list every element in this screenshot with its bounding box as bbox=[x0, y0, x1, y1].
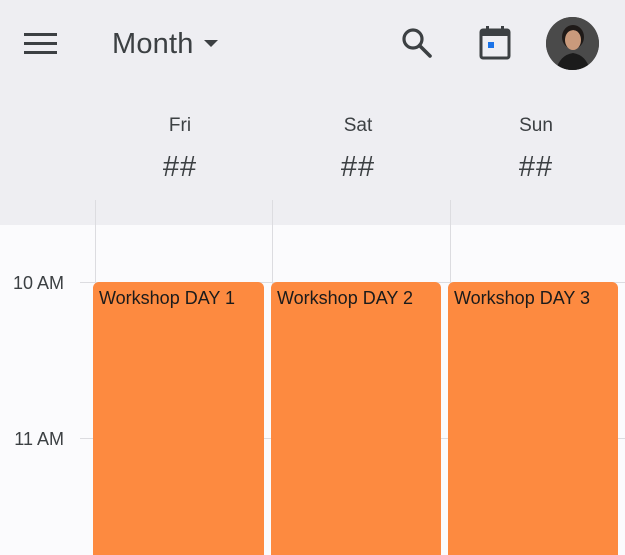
day-header-sun[interactable]: Sun ## bbox=[447, 115, 625, 184]
day-header-fri[interactable]: Fri ## bbox=[91, 115, 269, 184]
event-workshop-day-2[interactable]: Workshop DAY 2 bbox=[271, 282, 441, 555]
day-number: ## bbox=[518, 151, 554, 183]
event-workshop-day-3[interactable]: Workshop DAY 3 bbox=[448, 282, 618, 555]
time-label-11am: 11 AM bbox=[14, 429, 64, 449]
time-label-10am: 10 AM bbox=[12, 273, 64, 293]
avatar-image bbox=[546, 17, 599, 70]
event-workshop-day-1[interactable]: Workshop DAY 1 bbox=[93, 282, 264, 555]
menu-icon[interactable] bbox=[24, 31, 58, 57]
caret-down-icon bbox=[203, 40, 218, 47]
event-title: Workshop DAY 1 bbox=[99, 288, 236, 308]
event-title: Workshop DAY 3 bbox=[454, 288, 591, 308]
day-number: ## bbox=[340, 151, 376, 183]
view-label: Month bbox=[112, 27, 194, 60]
day-header-sat[interactable]: Sat ## bbox=[269, 115, 447, 184]
user-avatar[interactable] bbox=[546, 17, 599, 70]
search-icon[interactable] bbox=[400, 26, 434, 60]
day-name: Sat bbox=[343, 115, 373, 136]
day-number: ## bbox=[162, 151, 198, 183]
day-name: Sun bbox=[519, 115, 553, 136]
calendar-today-icon[interactable] bbox=[477, 24, 513, 62]
app-header: Month Fri ## Sat ## Sun ## bbox=[0, 0, 625, 225]
day-name: Fri bbox=[168, 115, 192, 136]
event-title: Workshop DAY 2 bbox=[277, 288, 414, 308]
view-selector[interactable]: Month bbox=[112, 25, 218, 63]
